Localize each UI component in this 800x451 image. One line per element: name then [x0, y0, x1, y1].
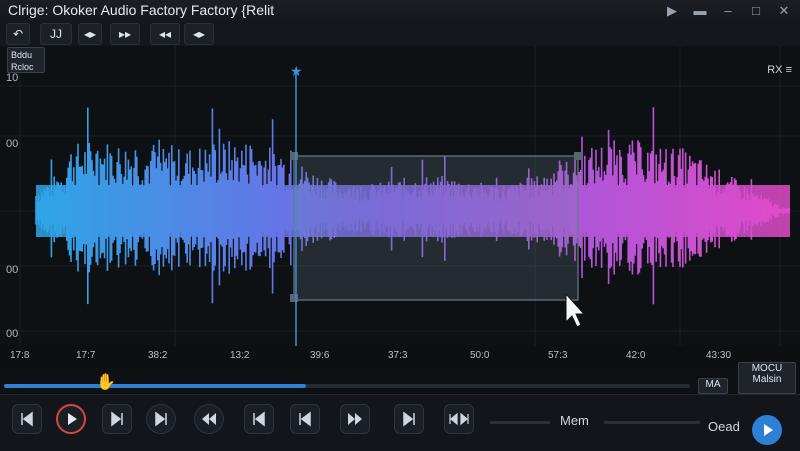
selection-region[interactable]: [293, 155, 579, 301]
minimize-button[interactable]: –: [720, 3, 736, 19]
y-axis-label: 00: [6, 328, 19, 340]
maximize-button[interactable]: □: [748, 3, 764, 19]
load-label: Oead: [708, 419, 740, 434]
selection-handle-top-left[interactable]: [290, 152, 298, 160]
toolbar-button-1[interactable]: JJ: [40, 23, 72, 45]
info-box-ma[interactable]: MA: [698, 378, 728, 394]
time-tick: 42:0: [626, 350, 646, 361]
layout-icon[interactable]: ▬: [692, 3, 708, 19]
toolbar-button-3[interactable]: ▸▸: [110, 23, 140, 45]
waveform-canvas[interactable]: ★: [0, 46, 800, 346]
time-tick: 17:8: [10, 350, 30, 361]
window-title: Clrige: Okoker Audio Factory Factory {Re…: [8, 2, 275, 18]
scrub-bar[interactable]: ✋: [0, 368, 800, 394]
toolbar-button-2[interactable]: ◂▸: [78, 23, 102, 45]
view-options-button[interactable]: RX ≡: [767, 64, 792, 76]
mem-label: Mem: [560, 413, 589, 428]
rewind-button[interactable]: [194, 404, 224, 434]
time-tick: 13:2: [230, 350, 250, 361]
selection-handle-bottom-left[interactable]: [290, 294, 298, 302]
next-track-button[interactable]: [146, 404, 176, 434]
mem-slider[interactable]: [490, 421, 550, 424]
playhead-marker-icon[interactable]: ★: [290, 63, 303, 79]
time-tick: 43:30: [706, 350, 732, 361]
time-tick: 37:3: [388, 350, 408, 361]
selection-handle-top-right[interactable]: [574, 152, 582, 160]
toolbar-button-5[interactable]: ◂▸: [184, 23, 214, 45]
info-box-line-1: MOCU: [751, 363, 783, 374]
y-axis-label: 00: [6, 138, 19, 150]
badge-line-2: Rcloc: [11, 62, 34, 72]
hand-grab-icon[interactable]: ✋: [96, 372, 116, 392]
fast-forward-button[interactable]: [340, 404, 370, 434]
time-tick: 57:3: [548, 350, 568, 361]
title-bar: Clrige: Okoker Audio Factory Factory {Re…: [0, 0, 800, 22]
badge-line-1: Bddu: [11, 50, 33, 60]
info-box-line-2: Malsin: [752, 374, 782, 385]
previous-button[interactable]: [290, 404, 320, 434]
play-small-icon[interactable]: ▶: [664, 3, 680, 19]
y-axis-label: 00: [6, 264, 19, 276]
toolbar: ↶ JJ ◂▸ ▸▸ ◂◂ ◂▸: [0, 22, 800, 47]
time-tick: 17:7: [76, 350, 96, 361]
undo-button[interactable]: ↶: [6, 23, 30, 45]
mode-badge[interactable]: Bddu Rcloc: [7, 47, 45, 73]
waveform-panel[interactable]: ★ 10 00 00 00 RX ≡: [0, 46, 800, 347]
skip-back-button[interactable]: [244, 404, 274, 434]
skip-end-button[interactable]: [394, 404, 424, 434]
toolbar-button-4[interactable]: ◂◂: [150, 23, 180, 45]
step-forward-button[interactable]: [102, 404, 132, 434]
close-button[interactable]: ✕: [776, 3, 792, 19]
scrub-progress: [4, 384, 306, 388]
time-tick: 50:0: [470, 350, 490, 361]
info-box-mocu[interactable]: MOCU Malsin: [738, 362, 796, 394]
time-tick: 38:2: [148, 350, 168, 361]
time-ruler[interactable]: 17:8 17:7 38:2 13:2 39:6 37:3 50:0 57:3 …: [0, 346, 800, 368]
accent-play-button[interactable]: [752, 415, 782, 445]
skip-start-button[interactable]: [12, 404, 42, 434]
loop-button[interactable]: [444, 404, 474, 434]
y-axis-label: 10: [6, 72, 19, 84]
time-tick: 39:6: [310, 350, 330, 361]
play-button[interactable]: [56, 404, 86, 434]
transport-bar: Mem Oead: [0, 394, 800, 451]
load-slider[interactable]: [604, 421, 700, 424]
